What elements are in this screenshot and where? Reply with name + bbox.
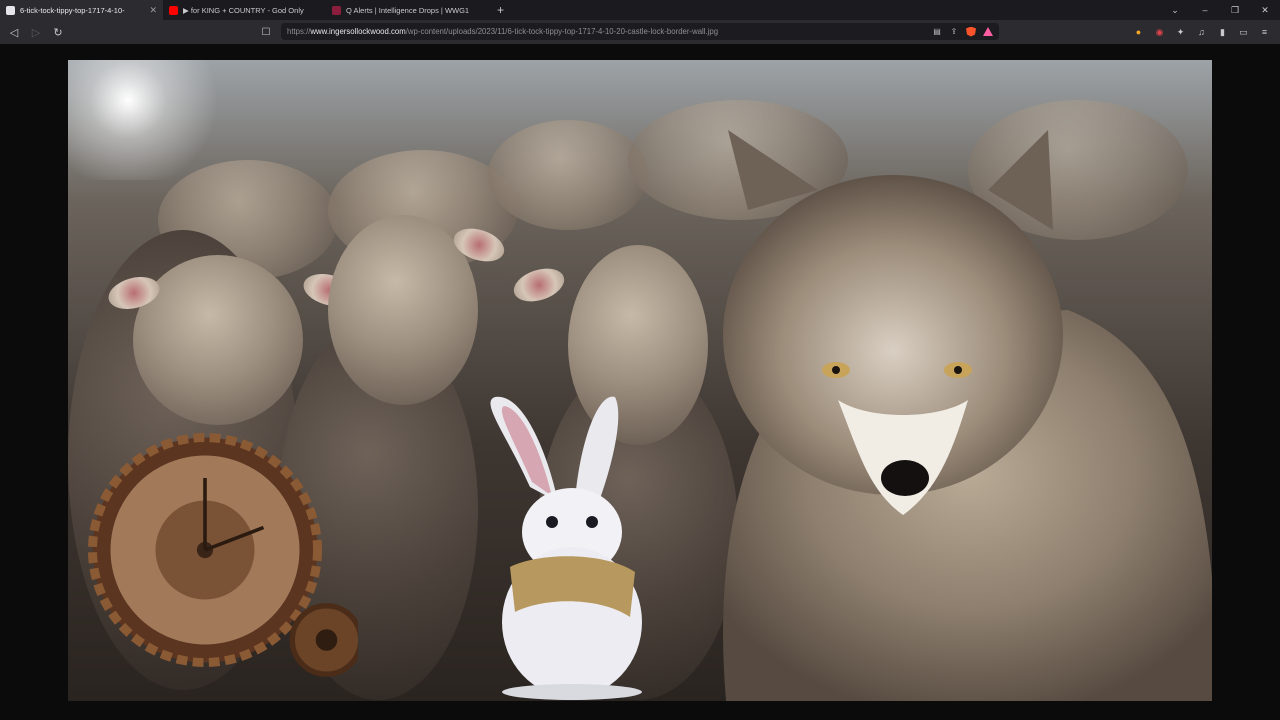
back-button[interactable]: ◁ bbox=[3, 20, 25, 44]
wolf bbox=[723, 130, 1212, 701]
menu-icon[interactable]: ≡ bbox=[1259, 27, 1270, 38]
wolf-among-sheep-image[interactable] bbox=[68, 60, 1212, 701]
tab-search-icon[interactable]: ⌄ bbox=[1160, 0, 1190, 20]
playlist-icon[interactable]: ♫ bbox=[1196, 27, 1207, 38]
tab-label: ▶ for KING + COUNTRY - God Only bbox=[183, 5, 304, 15]
sheep-ear bbox=[509, 262, 569, 308]
tab-0[interactable]: 6-tick-tock-tippy-top-1717-4-10- ✕ bbox=[0, 0, 163, 20]
leo-icon[interactable]: ✦ bbox=[1175, 27, 1186, 38]
url-path: /wp-content/uploads/2023/11/6-tick-tock-… bbox=[405, 27, 719, 36]
navigation-toolbar: ◁ ▷ ↻ ☐ https://www.ingersollockwood.com… bbox=[0, 20, 1280, 44]
armored-bunny bbox=[490, 396, 642, 700]
tab-1[interactable]: ▶ for KING + COUNTRY - God Only bbox=[163, 0, 326, 20]
forward-button[interactable]: ▷ bbox=[25, 20, 47, 44]
tab-strip: 6-tick-tock-tippy-top-1717-4-10- ✕ ▶ for… bbox=[0, 0, 1280, 20]
tab-2[interactable]: Q Alerts | Intelligence Drops | WWG1 bbox=[326, 0, 489, 20]
url-scheme: https:// bbox=[287, 27, 311, 36]
page-favicon-icon bbox=[6, 5, 15, 15]
wallet-icon[interactable]: ● bbox=[1133, 27, 1144, 38]
record-icon[interactable]: ◉ bbox=[1154, 27, 1165, 38]
new-tab-button[interactable]: + bbox=[489, 0, 512, 20]
reader-icon[interactable]: ▤ bbox=[932, 27, 942, 37]
tab-label: 6-tick-tock-tippy-top-1717-4-10- bbox=[20, 5, 125, 15]
close-window-icon[interactable]: ✕ bbox=[1250, 0, 1280, 20]
address-bar[interactable]: https://www.ingersollockwood.com/wp-cont… bbox=[281, 23, 999, 40]
restore-icon[interactable]: ❐ bbox=[1220, 0, 1250, 20]
tab-manager-icon[interactable]: ▭ bbox=[1238, 27, 1249, 38]
bookmark-icon[interactable]: ☐ bbox=[258, 24, 274, 40]
minimize-icon[interactable]: – bbox=[1190, 0, 1220, 20]
sheep bbox=[488, 120, 648, 230]
brave-shields-icon[interactable] bbox=[966, 26, 976, 37]
youtube-icon bbox=[169, 5, 178, 15]
url-domain: www.ingersollockwood.com bbox=[310, 27, 406, 36]
url-text[interactable]: https://www.ingersollockwood.com/wp-cont… bbox=[287, 27, 926, 36]
steampunk-clock bbox=[88, 433, 358, 677]
qalerts-icon bbox=[332, 5, 341, 15]
tab-label: Q Alerts | Intelligence Drops | WWG1 bbox=[346, 5, 470, 15]
close-tab-icon[interactable]: ✕ bbox=[149, 5, 157, 16]
share-icon[interactable]: ⇪ bbox=[949, 27, 959, 37]
reload-button[interactable]: ↻ bbox=[47, 20, 69, 44]
sun-glare bbox=[68, 60, 228, 180]
sidebar-icon[interactable]: ▮ bbox=[1217, 27, 1228, 38]
brave-rewards-icon[interactable] bbox=[983, 27, 993, 37]
